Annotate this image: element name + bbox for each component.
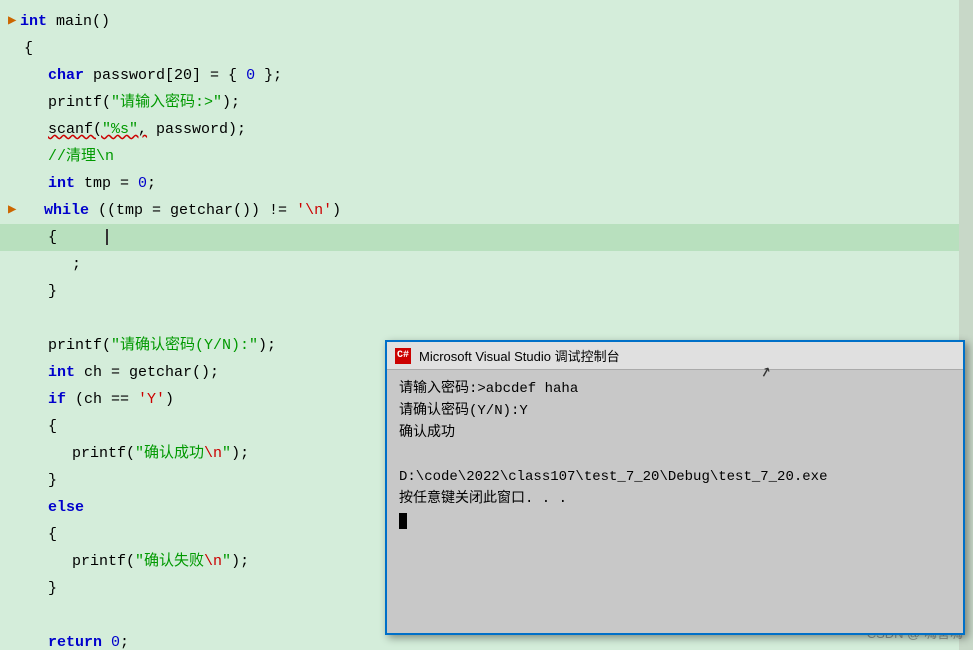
code-text-6: //清理\n [24,143,973,170]
console-line-6: 按任意键关闭此窗口. . . [399,488,951,510]
code-line-5: scanf("%s", password); [0,116,973,143]
vs-icon: C# [395,348,411,364]
console-line-1: 请输入密码:>abcdef haha [399,378,951,400]
code-line-11: } [0,278,973,305]
code-text-11: } [24,278,973,305]
breakpoint-8: ▶ [8,197,18,224]
console-line-3: 确认成功 [399,422,951,444]
code-line-7: int tmp = 0; [0,170,973,197]
console-title: Microsoft Visual Studio 调试控制台 [419,346,955,365]
code-line-10: ; [0,251,973,278]
code-line-4: printf("请输入密码:>"); [0,89,973,116]
console-prompt [399,513,407,529]
code-text-8: while ((tmp = getchar()) != '\n') [20,197,973,224]
code-line-8: ▶ while ((tmp = getchar()) != '\n') [0,197,973,224]
code-text-4: printf("请输入密码:>"); [24,89,973,116]
code-line-12 [0,305,973,332]
code-text-2: { [24,35,973,62]
code-line-1: ▶ int main() [0,8,973,35]
code-editor: ▶ int main() { char password[20] = { 0 }… [0,0,973,650]
code-text-3: char password[20] = { 0 }; [24,62,973,89]
breakpoint-1: ▶ [8,8,18,35]
code-line-3: char password[20] = { 0 }; [0,62,973,89]
console-titlebar: C# Microsoft Visual Studio 调试控制台 [387,342,963,370]
console-cursor-line [399,510,951,532]
console-line-5: D:\code\2022\class107\test_7_20\Debug\te… [399,466,951,488]
console-window[interactable]: C# Microsoft Visual Studio 调试控制台 请输入密码:>… [385,340,965,635]
code-line-6: //清理\n [0,143,973,170]
console-line-2: 请确认密码(Y/N):Y [399,400,951,422]
code-text-9: { [24,224,973,251]
code-line-2: { [0,35,973,62]
code-line-9: { [0,224,973,251]
console-line-4 [399,444,951,466]
code-text-10: ; [24,251,973,278]
code-text-7: int tmp = 0; [24,170,973,197]
console-body: 请输入密码:>abcdef haha 请确认密码(Y/N):Y 确认成功 D:\… [387,370,963,633]
code-text-1: int main() [20,8,973,35]
code-text-5: scanf("%s", password); [24,116,973,143]
